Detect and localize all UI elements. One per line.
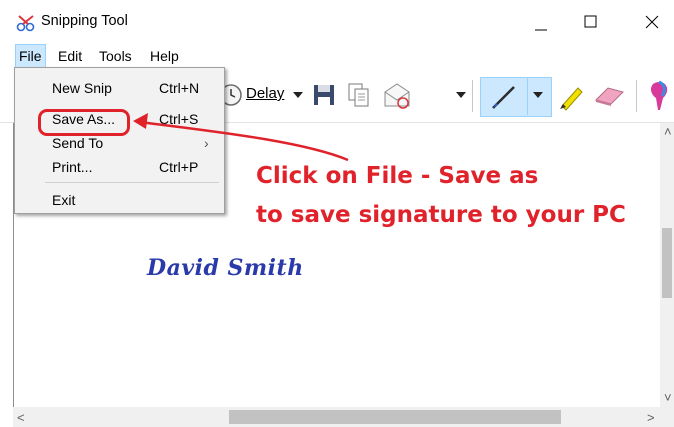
menu-separator (45, 182, 219, 183)
horizontal-scroll-thumb[interactable] (229, 410, 561, 424)
pen-split (527, 77, 528, 115)
annotation-line-2: to save signature to your PC (256, 202, 626, 228)
menu-item-label: Print... (52, 159, 93, 175)
menu-item-label: Exit (52, 192, 76, 208)
title-bar: Snipping Tool (0, 0, 674, 44)
save-as-highlight-ring (38, 109, 130, 136)
scroll-down-icon[interactable]: ˅ (664, 390, 672, 405)
menu-item-shortcut: Ctrl+S (159, 111, 199, 127)
menu-edit[interactable]: Edit (54, 44, 86, 68)
scroll-left-icon[interactable]: < (17, 410, 25, 425)
delay-label: Delay (246, 85, 285, 102)
menu-item-shortcut: Ctrl+N (159, 80, 200, 96)
save-icon[interactable] (313, 84, 335, 106)
window-title: Snipping Tool (41, 13, 128, 29)
pen-dropdown-arrow-icon[interactable] (533, 92, 543, 100)
copy-icon[interactable] (347, 82, 371, 108)
send-dropdown-arrow-icon[interactable] (456, 92, 466, 100)
signature-text: David Smith (147, 255, 304, 281)
minimize-button[interactable] (517, 0, 563, 44)
scroll-corner (660, 407, 674, 427)
toolbar-separator (636, 80, 637, 112)
paint-3d-icon[interactable] (648, 80, 670, 112)
menu-help[interactable]: Help (146, 44, 183, 68)
eraser-icon[interactable] (592, 84, 626, 108)
maximize-icon (584, 15, 597, 28)
menu-item-shortcut: Ctrl+P (159, 159, 199, 175)
toolbar-separator (472, 80, 473, 112)
minimize-icon (535, 29, 547, 31)
pen-icon (492, 86, 515, 109)
submenu-arrow-icon: › (204, 135, 209, 151)
vertical-scroll-thumb[interactable] (662, 228, 672, 298)
annotation-line-1: Click on File - Save as (256, 163, 539, 189)
file-menu-dropdown: New Snip Ctrl+N Save As... Ctrl+S Send T… (14, 67, 225, 214)
menu-item-new-snip[interactable]: New Snip Ctrl+N (15, 77, 224, 99)
highlighter-icon[interactable] (556, 82, 586, 112)
send-email-icon[interactable] (383, 82, 413, 110)
menu-file[interactable]: File (15, 44, 46, 68)
close-icon (645, 15, 659, 29)
close-button[interactable] (628, 0, 674, 44)
scissors-app-icon (16, 15, 35, 32)
menu-item-label: New Snip (52, 80, 112, 96)
menu-item-print[interactable]: Print... Ctrl+P (15, 156, 224, 178)
menu-bar: File Edit Tools Help (0, 44, 674, 68)
scroll-up-icon[interactable]: ˄ (664, 124, 672, 139)
menu-item-exit[interactable]: Exit (15, 189, 224, 211)
scroll-right-icon[interactable]: > (647, 410, 655, 425)
delay-button[interactable]: Delay (246, 85, 284, 102)
maximize-button[interactable] (567, 0, 613, 44)
delay-dropdown-arrow-icon[interactable] (293, 92, 303, 100)
menu-tools[interactable]: Tools (95, 44, 136, 68)
